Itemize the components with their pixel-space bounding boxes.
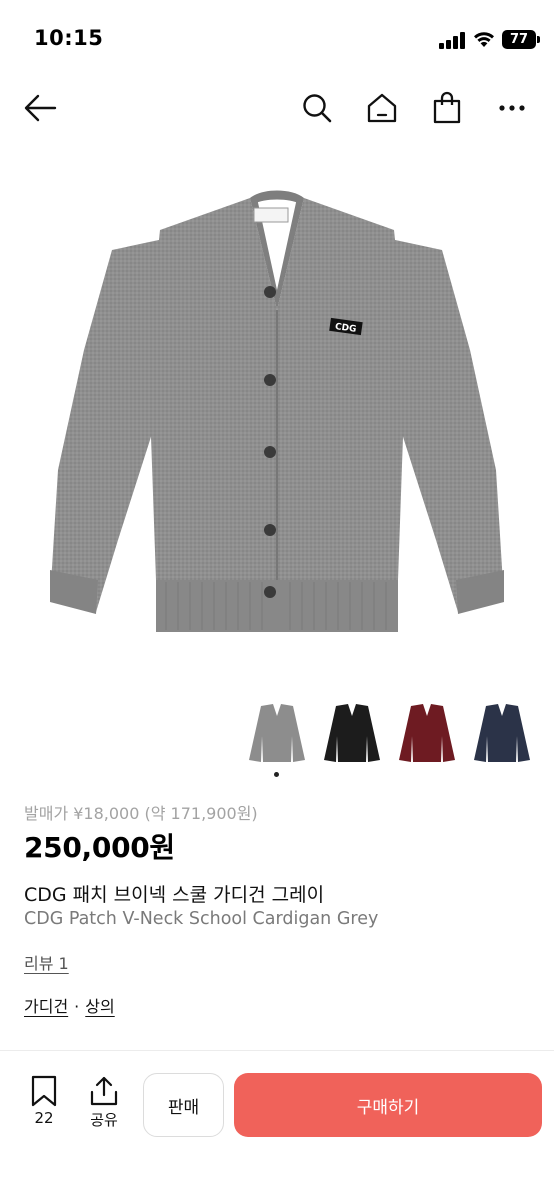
category-separator: · — [74, 997, 80, 1016]
bookmark-button[interactable]: 22 — [20, 1073, 68, 1133]
category-link-tops[interactable]: 상의 — [85, 997, 114, 1016]
status-time: 10:15 — [34, 26, 104, 50]
product-title-korean: CDG 패치 브이넥 스쿨 가디건 그레이 — [24, 884, 325, 906]
thumbnail-black[interactable] — [322, 702, 382, 766]
share-icon — [90, 1076, 118, 1106]
top-nav-bar — [0, 80, 554, 136]
original-price: 발매가 ¥18,000 (약 171,900원) — [24, 804, 258, 823]
review-link[interactable]: 리뷰 1 — [24, 950, 69, 974]
thumbnail-indicator-dot — [274, 772, 279, 777]
thumbnail-grey[interactable] — [247, 702, 307, 766]
search-icon[interactable] — [297, 88, 337, 128]
thumbnail-burgundy[interactable] — [397, 702, 457, 766]
buy-button[interactable]: 구매하기 — [234, 1073, 542, 1137]
category-link-cardigan[interactable]: 가디건 — [24, 997, 68, 1016]
color-thumbnails — [0, 702, 554, 766]
wifi-icon — [474, 32, 494, 47]
back-arrow-icon[interactable] — [20, 88, 60, 128]
home-icon[interactable] — [362, 88, 402, 128]
bookmark-icon — [31, 1075, 57, 1107]
thumbnail-navy[interactable] — [472, 702, 532, 766]
price: 250,000원 — [24, 831, 175, 864]
bookmark-count: 22 — [34, 1109, 54, 1127]
cardigan-illustration: CDG — [50, 190, 504, 632]
product-title-english: CDG Patch V-Neck School Cardigan Grey — [24, 909, 379, 929]
share-label: 공유 — [90, 1111, 118, 1129]
bottom-action-bar: 22 공유 판매 구매하기 — [0, 1051, 554, 1200]
status-bar: 10:15 77 — [0, 0, 554, 80]
signal-icon — [439, 31, 465, 49]
product-image[interactable]: CDG — [0, 140, 554, 680]
sell-button[interactable]: 판매 — [143, 1073, 224, 1137]
category-breadcrumb: 가디건 · 상의 — [24, 993, 115, 1017]
battery-indicator: 77 — [502, 30, 536, 49]
shopping-bag-icon[interactable] — [427, 88, 467, 128]
more-icon[interactable] — [492, 88, 532, 128]
share-button[interactable]: 공유 — [80, 1073, 128, 1133]
battery-tip — [537, 36, 540, 43]
